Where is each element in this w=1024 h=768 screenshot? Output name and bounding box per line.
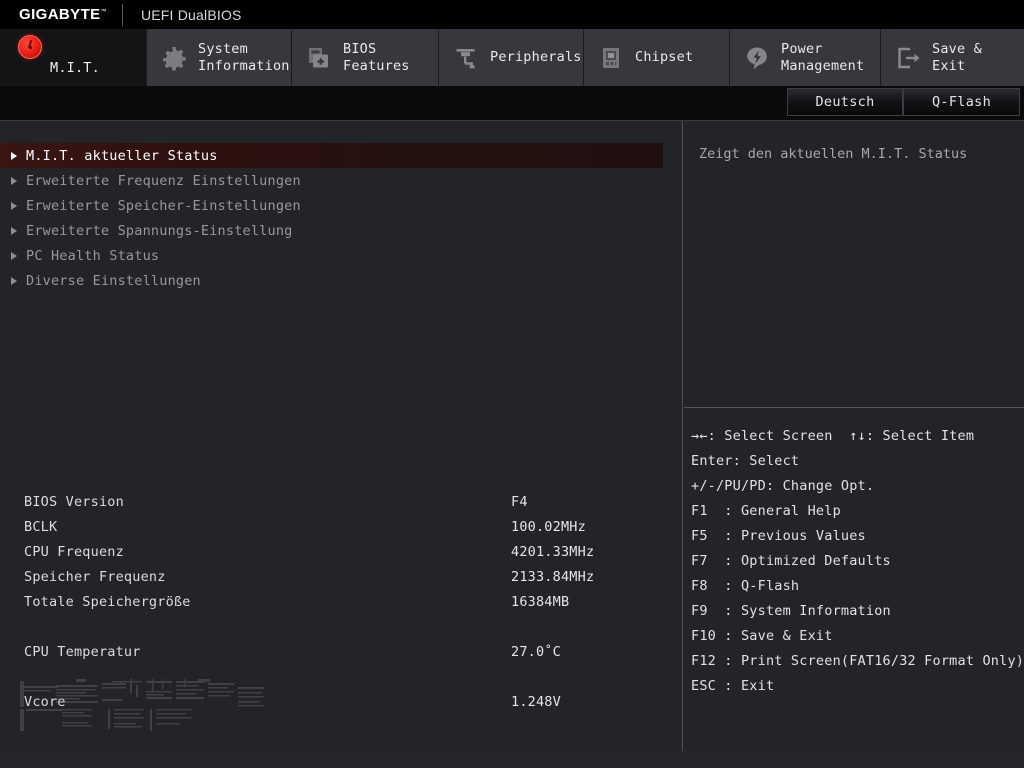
info-row-cpu-frequency: CPU Frequenz 4201.33MHz	[0, 539, 683, 564]
legend-row-change-opt: +/-/PU/PD: Change Opt.	[691, 477, 875, 494]
tab-chipset-label: Chipset	[635, 49, 694, 65]
legend-row-f8: F8 : Q-Flash	[691, 577, 800, 594]
q-flash-button[interactable]: Q-Flash	[903, 88, 1020, 116]
legend-row-f9: F9 : System Information	[691, 602, 891, 619]
gauge-icon	[18, 35, 44, 61]
main-tab-bar: M.I.T. System Information BIOS Features …	[0, 29, 1024, 86]
menu-item-label: Diverse Einstellungen	[26, 272, 201, 289]
circuit-watermark	[20, 679, 264, 731]
info-label: BCLK	[24, 518, 58, 535]
legend-row-f5: F5 : Previous Values	[691, 527, 866, 544]
menu-item-label: M.I.T. aktueller Status	[26, 147, 218, 164]
menu-item-mit-current-status[interactable]: M.I.T. aktueller Status	[0, 143, 663, 168]
trademark-symbol: ™	[100, 9, 107, 15]
legend-row-f7: F7 : Optimized Defaults	[691, 552, 891, 569]
menu-item-label: Erweiterte Spannungs-Einstellung	[26, 222, 293, 239]
tab-bios-features-label: BIOS Features	[343, 40, 410, 74]
tab-power-management-label: Power Management	[781, 40, 865, 74]
info-value: 100.02MHz	[511, 518, 586, 535]
menu-item-label: PC Health Status	[26, 247, 160, 264]
tab-bios-features[interactable]: BIOS Features	[292, 29, 439, 86]
info-row-cpu-temperature: CPU Temperatur 27.0˚C	[0, 639, 683, 664]
bios-chip-icon	[306, 45, 332, 71]
help-description-area: Zeigt den aktuellen M.I.T. Status	[684, 121, 1024, 407]
tab-chipset[interactable]: Chipset	[584, 29, 730, 86]
exit-icon	[895, 45, 921, 71]
info-value: 16384MB	[511, 593, 570, 610]
utility-bar: Deutsch Q-Flash	[0, 86, 1024, 120]
settings-menu: M.I.T. aktueller Status Erweiterte Frequ…	[0, 143, 683, 293]
info-row-bios-version: BIOS Version F4	[0, 489, 683, 514]
chevron-right-icon	[11, 276, 17, 285]
language-button[interactable]: Deutsch	[787, 88, 903, 116]
legend-row-esc: ESC : Exit	[691, 677, 775, 694]
info-value: 4201.33MHz	[511, 543, 595, 560]
menu-item-advanced-frequency[interactable]: Erweiterte Frequenz Einstellungen	[0, 168, 683, 193]
info-value: 2133.84MHz	[511, 568, 595, 585]
tab-system-information-label: System Information	[198, 40, 290, 74]
info-value: 27.0˚C	[511, 643, 561, 660]
legend-row-enter: Enter: Select	[691, 452, 800, 469]
info-row-memory-frequency: Speicher Frequenz 2133.84MHz	[0, 564, 683, 589]
menu-item-advanced-memory[interactable]: Erweiterte Speicher-Einstellungen	[0, 193, 683, 218]
brand-divider	[121, 3, 123, 26]
gigabyte-logo: GIGABYTE™	[19, 6, 107, 23]
info-value: F4	[511, 493, 528, 510]
tab-peripherals-label: Peripherals	[490, 49, 582, 65]
legend-row-f12: F12 : Print Screen(FAT16/32 Format Only)	[691, 652, 1024, 669]
tab-save-exit-label: Save & Exit	[932, 40, 982, 74]
chevron-right-icon	[11, 226, 17, 235]
brand-subtitle: UEFI DualBIOS	[140, 6, 242, 23]
tab-power-management[interactable]: Power Management	[730, 29, 881, 86]
gear-icon	[161, 45, 187, 71]
chevron-right-icon	[11, 176, 17, 185]
plug-icon	[453, 45, 479, 71]
chevron-right-icon	[11, 201, 17, 210]
tab-mit[interactable]: M.I.T.	[0, 29, 147, 86]
legend-row-f1: F1 : General Help	[691, 502, 841, 519]
bolt-icon	[744, 45, 770, 71]
info-label: BIOS Version	[24, 493, 124, 510]
gigabyte-logo-text: GIGABYTE	[19, 6, 101, 23]
legend-row-f10: F10 : Save & Exit	[691, 627, 833, 644]
info-label: CPU Temperatur	[24, 643, 141, 660]
bios-screen: GIGABYTE™ UEFI DualBIOS M.I.T. System In…	[0, 0, 1024, 768]
tab-peripherals[interactable]: Peripherals	[439, 29, 584, 86]
menu-item-label: Erweiterte Speicher-Einstellungen	[26, 197, 301, 214]
info-row-total-memory-size: Totale Speichergröße 16384MB	[0, 589, 683, 614]
chevron-right-icon	[11, 251, 17, 260]
menu-item-label: Erweiterte Frequenz Einstellungen	[26, 172, 301, 189]
help-panel: Zeigt den aktuellen M.I.T. Status →←: Se…	[684, 120, 1024, 751]
tab-system-information[interactable]: System Information	[147, 29, 292, 86]
main-content-panel: M.I.T. aktueller Status Erweiterte Frequ…	[0, 120, 683, 751]
info-value: 1.248V	[511, 693, 561, 710]
tab-mit-label: M.I.T.	[50, 60, 100, 76]
help-text: Zeigt den aktuellen M.I.T. Status	[699, 146, 968, 162]
key-legend: →←: Select Screen ↑↓: Select Item Enter:…	[684, 423, 1024, 698]
legend-row-select-screen-item: →←: Select Screen ↑↓: Select Item	[691, 427, 975, 444]
menu-item-pc-health-status[interactable]: PC Health Status	[0, 243, 683, 268]
info-label: CPU Frequenz	[24, 543, 124, 560]
menu-item-advanced-voltage[interactable]: Erweiterte Spannungs-Einstellung	[0, 218, 683, 243]
chipset-icon	[598, 45, 624, 71]
menu-item-miscellaneous[interactable]: Diverse Einstellungen	[0, 268, 683, 293]
chevron-right-icon	[11, 151, 17, 160]
brand-bar: GIGABYTE™ UEFI DualBIOS	[0, 0, 1024, 29]
info-row-bclk: BCLK 100.02MHz	[0, 514, 683, 539]
info-label: Totale Speichergröße	[24, 593, 191, 610]
help-panel-divider	[684, 407, 1024, 408]
bottom-strip	[0, 751, 1024, 768]
tab-save-exit[interactable]: Save & Exit	[881, 29, 1024, 86]
info-label: Speicher Frequenz	[24, 568, 166, 585]
